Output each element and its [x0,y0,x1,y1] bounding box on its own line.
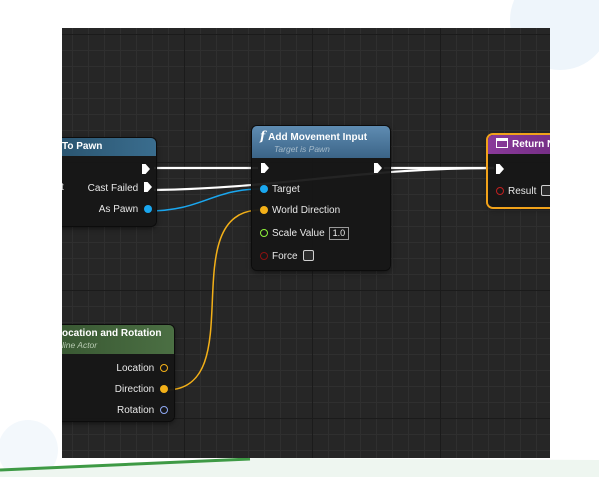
world-direction-label: World Direction [272,205,341,216]
target-pin[interactable]: Target [260,184,300,195]
return-table-icon [496,138,508,148]
blueprint-graph-canvas[interactable]: To Pawn t Cast Failed As Pawn f Add Movem… [62,28,550,458]
cast-failed-exec-icon [144,182,152,192]
return-node-title: Return N [512,139,550,150]
add-movement-input-node[interactable]: f Add Movement Input Target is Pawn Targe… [252,126,390,270]
result-label: Result [508,186,537,197]
as-pawn-label: As Pawn [98,204,139,215]
float-pin-icon [260,229,268,237]
object-pin-icon [260,185,268,193]
cast-failed-pin[interactable]: Cast Failed [88,182,152,194]
result-pin[interactable]: Result [496,185,550,197]
scale-value-pin[interactable]: Scale Value 1.0 [260,227,350,240]
location-rotation-node[interactable]: ocation and Rotation line Actor Location… [62,325,174,421]
vector-pin-icon [160,385,168,393]
location-rotation-title: ocation and Rotation [62,328,162,339]
location-rotation-subtitle: line Actor [62,340,98,350]
scale-value-input[interactable]: 1.0 [328,227,350,240]
return-exec-in-pin[interactable] [496,164,504,174]
return-node-header: Return N [488,135,550,154]
function-icon: f [260,129,266,143]
add-movement-subtitle: Target is Pawn [274,144,330,154]
cast-node-header: To Pawn [62,138,156,156]
add-movement-header: f Add Movement Input Target is Pawn [252,126,390,158]
result-checkbox[interactable] [541,185,550,196]
object-wire-pawn-to-target [147,188,262,212]
direction-pin[interactable]: Direction [115,384,168,395]
scale-value-label: Scale Value [272,228,325,239]
vector-pin-icon [160,364,168,372]
direction-label: Direction [114,384,155,395]
cast-to-pawn-node[interactable]: To Pawn t Cast Failed As Pawn [62,138,156,226]
add-movement-exec-out-pin[interactable] [374,163,382,173]
bool-pin-icon [496,187,504,195]
object-pin-icon [144,205,152,213]
target-label: Target [272,184,300,195]
location-label: Location [116,363,155,374]
world-direction-pin[interactable]: World Direction [260,205,340,216]
force-pin[interactable]: Force [260,250,314,262]
cast-truncated-label: t [62,182,64,193]
force-label: Force [272,251,298,262]
rotation-pin[interactable]: Rotation [117,405,168,416]
bool-pin-icon [260,252,268,260]
vector-pin-icon [260,206,268,214]
location-rotation-header: ocation and Rotation line Actor [62,325,174,354]
force-checkbox[interactable] [302,250,314,261]
add-movement-title: Add Movement Input [268,132,368,143]
rotation-label: Rotation [116,405,155,416]
rotator-pin-icon [160,406,168,414]
vector-wire-direction-to-world [165,209,262,391]
location-pin[interactable]: Location [116,363,168,374]
return-node[interactable]: Return N Result [488,135,550,207]
add-movement-exec-in-pin[interactable] [261,163,269,173]
cast-node-title: To Pawn [62,141,103,152]
as-pawn-pin[interactable]: As Pawn [99,204,152,215]
cast-exec-out-pin[interactable] [142,164,150,174]
cast-failed-label: Cast Failed [87,183,139,194]
